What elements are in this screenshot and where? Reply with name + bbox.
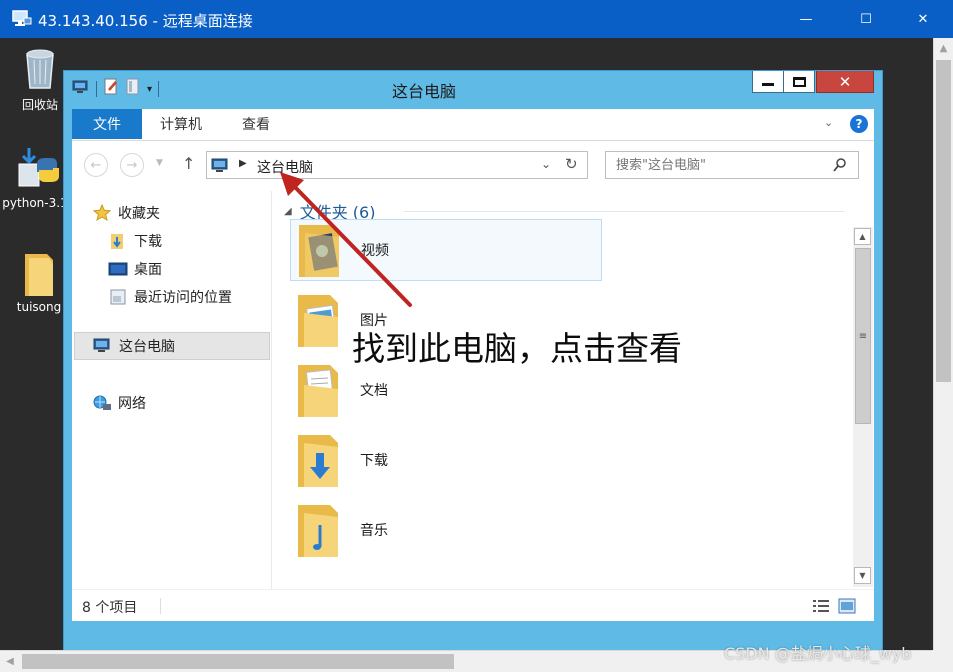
scroll-up-arrow-icon[interactable]: ▲ — [854, 228, 871, 245]
python-installer-icon — [15, 146, 59, 190]
up-button[interactable]: ↑ — [182, 154, 195, 173]
folder-tile-videos[interactable]: 视频 — [290, 219, 602, 281]
videos-folder-icon — [291, 219, 351, 281]
folder-name: 文档 — [360, 383, 388, 399]
rdp-window-title: 43.143.40.156 - 远程桌面连接 — [38, 12, 253, 30]
tab-computer[interactable]: 计算机 — [160, 109, 202, 139]
arrow-right-icon: → — [126, 157, 138, 173]
this-pc-icon — [93, 337, 113, 355]
arrow-up-icon: ↑ — [182, 154, 196, 173]
breadcrumb-this-pc[interactable]: 这台电脑 — [257, 157, 313, 177]
scroll-up-arrow-icon[interactable]: ▲ — [934, 38, 953, 58]
details-view-icon[interactable] — [812, 598, 830, 618]
recent-locations-button[interactable]: ▼ — [156, 158, 163, 168]
nav-label: 网络 — [118, 396, 146, 412]
search-input[interactable] — [606, 152, 826, 178]
nav-recent-places[interactable]: 最近访问的位置 — [108, 283, 304, 311]
arrow-left-icon: ← — [90, 157, 102, 173]
rdp-titlebar: 43.143.40.156 - 远程桌面连接 — ☐ ✕ — [0, 0, 953, 38]
group-divider — [404, 211, 844, 212]
scroll-thumb[interactable] — [936, 60, 951, 382]
close-icon: ✕ — [838, 72, 852, 91]
collapse-triangle-icon: ◢ — [284, 205, 292, 217]
remote-desktop-icon — [12, 10, 32, 28]
nav-label: 桌面 — [134, 262, 162, 278]
nav-label: 下载 — [134, 234, 162, 250]
folder-name: 视频 — [361, 243, 389, 259]
pictures-folder-icon — [290, 289, 350, 351]
navigation-pane: 收藏夹 下载 桌面 最近访问的位置 这台电脑 网络 — [72, 191, 272, 589]
tab-view[interactable]: 查看 — [242, 109, 270, 139]
rdp-close-button[interactable]: ✕ — [893, 0, 953, 38]
search-box[interactable] — [605, 151, 859, 179]
content-vertical-scrollbar[interactable]: ▲ ≡ ▼ — [853, 227, 873, 587]
file-list-pane: ◢ 文件夹 (6) 视频 图片 文档 下载 音乐 — [280, 191, 850, 589]
maximize-icon — [792, 76, 806, 87]
documents-folder-icon — [290, 359, 350, 421]
ribbon-tabs: 文件 计算机 查看 ⌄ ? — [72, 109, 874, 141]
minimize-icon — [762, 83, 774, 86]
status-bar: 8 个项目 — [72, 589, 874, 621]
chevron-down-icon[interactable]: ⌄ — [824, 116, 838, 130]
nav-label: 这台电脑 — [119, 339, 175, 355]
breadcrumb-arrow-icon[interactable]: ▶ — [239, 158, 247, 169]
music-folder-icon — [290, 499, 350, 561]
nav-this-pc[interactable]: 这台电脑 — [74, 332, 270, 360]
downloads-folder-icon — [290, 429, 350, 491]
help-icon[interactable]: ? — [850, 115, 868, 133]
forward-button[interactable]: → — [120, 153, 144, 177]
explorer-minimize-button[interactable] — [752, 71, 784, 93]
nav-desktop[interactable]: 桌面 — [108, 255, 304, 283]
folder-name: 音乐 — [360, 523, 388, 539]
folder-tile-downloads[interactable]: 下载 — [290, 429, 602, 491]
downloads-folder-icon — [108, 232, 128, 250]
folder-name: 下载 — [360, 453, 388, 469]
nav-label: 最近访问的位置 — [134, 290, 232, 306]
explorer-window-title: 这台电脑 — [391, 82, 456, 101]
recent-places-icon — [108, 288, 128, 306]
back-button[interactable]: ← — [84, 153, 108, 177]
recycle-bin-icon — [20, 46, 60, 90]
star-icon — [92, 204, 112, 222]
tab-file[interactable]: 文件 — [72, 109, 142, 139]
address-dropdown-icon[interactable]: ⌄ — [541, 157, 551, 171]
search-icon[interactable] — [832, 157, 848, 177]
nav-downloads[interactable]: 下载 — [108, 227, 304, 255]
this-pc-icon — [211, 158, 231, 178]
scroll-thumb[interactable]: ≡ — [855, 248, 871, 424]
watermark: CSDN @盐焗小心球_wyb — [724, 644, 912, 663]
nav-label: 收藏夹 — [118, 206, 160, 222]
status-separator — [160, 598, 161, 614]
desktop-icon-python-installer[interactable]: python-3.1 — [0, 146, 70, 210]
explorer-titlebar: ▾ 这台电脑 ✕ — [64, 71, 882, 109]
scroll-corner — [933, 650, 953, 672]
explorer-close-button[interactable]: ✕ — [816, 71, 874, 93]
explorer-content: 收藏夹 下载 桌面 最近访问的位置 这台电脑 网络 ◢ 文件夹 (6) 视频 图… — [72, 191, 874, 589]
scroll-thumb[interactable] — [22, 654, 454, 669]
annotation-text: 找到此电脑，点击查看 — [352, 329, 682, 368]
large-icons-view-icon[interactable] — [838, 598, 856, 618]
navigation-bar: ← → ▼ ↑ ▶ 这台电脑 ⌄ ↻ — [72, 141, 874, 191]
refresh-icon[interactable]: ↻ — [565, 155, 578, 173]
scroll-down-arrow-icon[interactable]: ▼ — [854, 567, 871, 584]
rdp-vertical-scrollbar[interactable]: ▲ — [933, 38, 953, 650]
scroll-left-arrow-icon[interactable]: ◀ — [0, 651, 20, 672]
nav-network[interactable]: 网络 — [92, 389, 288, 417]
rdp-maximize-button[interactable]: ☐ — [836, 0, 896, 38]
folder-icon — [19, 250, 59, 296]
address-bar[interactable]: ▶ 这台电脑 ⌄ ↻ — [206, 151, 588, 179]
desktop-icon-label: python-3.1 — [2, 196, 68, 210]
explorer-maximize-button[interactable] — [783, 71, 815, 93]
rdp-minimize-button[interactable]: — — [776, 0, 836, 38]
nav-favorites[interactable]: 收藏夹 — [92, 199, 288, 227]
desktop-icon — [108, 260, 128, 278]
folder-tile-music[interactable]: 音乐 — [290, 499, 602, 561]
item-count: 8 个项目 — [82, 600, 138, 616]
network-icon — [92, 394, 112, 412]
